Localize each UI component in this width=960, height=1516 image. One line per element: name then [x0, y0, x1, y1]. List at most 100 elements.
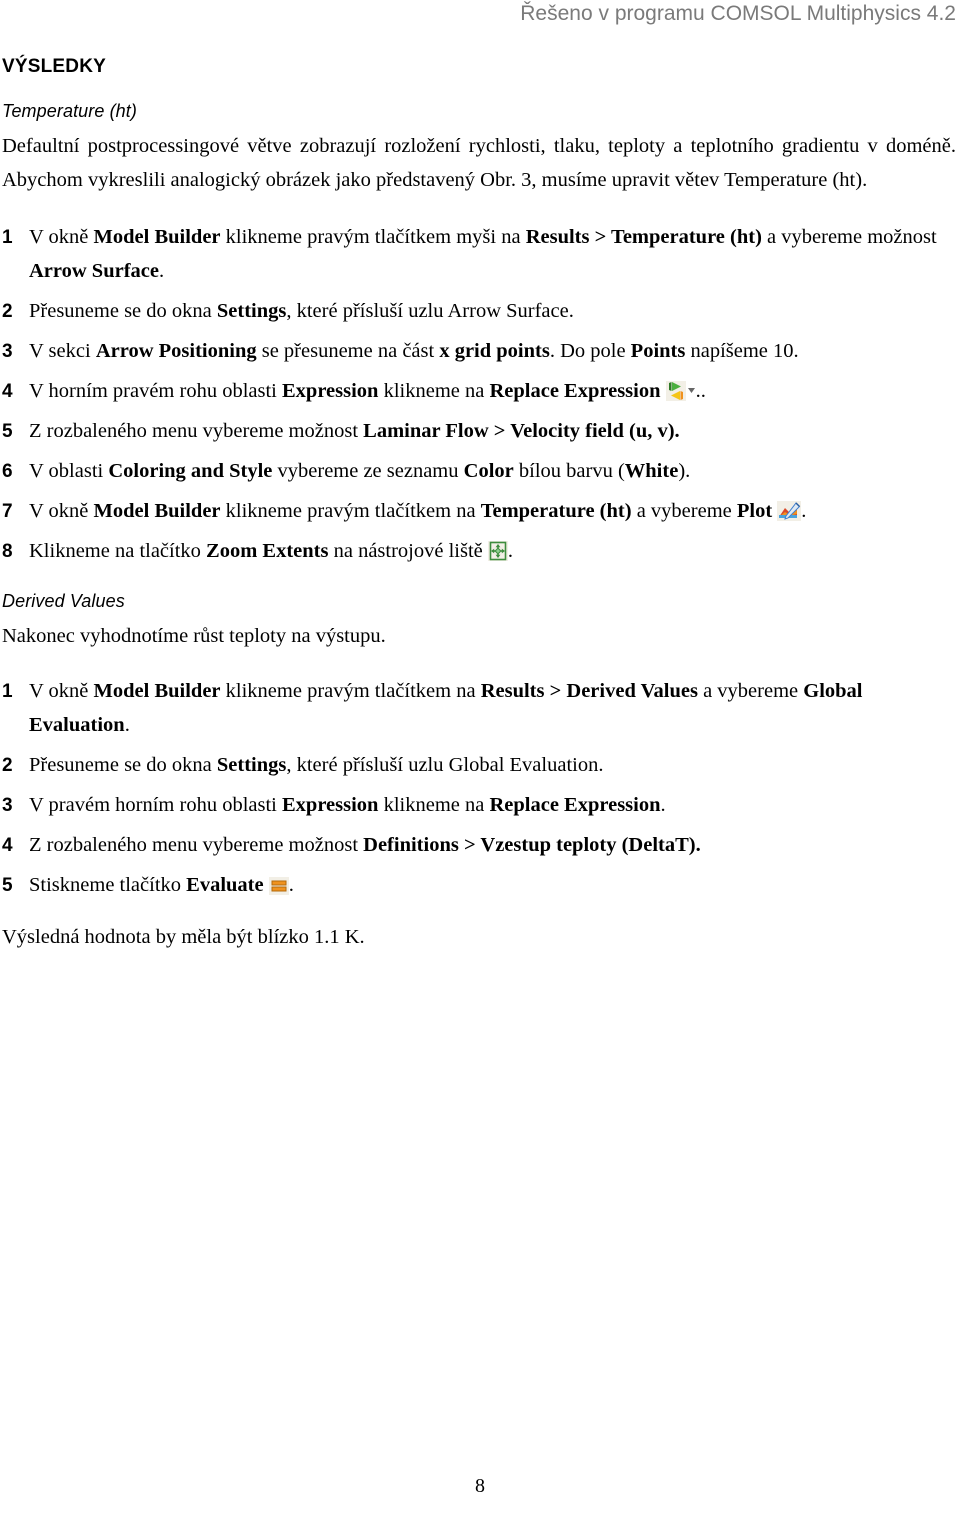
emphasis-text: Results > Temperature (ht): [525, 226, 762, 248]
plain-text: , které přísluší uzlu Arrow Surface.: [286, 299, 574, 322]
document-content: VÝSLEDKY Temperature (ht) Defaultní post…: [2, 56, 956, 964]
plain-text: V okně: [29, 499, 94, 522]
list-item-number: 1: [2, 681, 13, 702]
page-title: VÝSLEDKY: [2, 56, 107, 77]
list-item: 8 Klikneme na tlačítko Zoom Extents na ná…: [2, 535, 956, 569]
list-item-text: Stiskneme tlačítko Evaluate: [29, 874, 269, 896]
emphasis-text: Settings: [216, 753, 287, 776]
emphasis-text: Expression: [282, 379, 379, 402]
emphasis-text: Model Builder: [93, 499, 221, 522]
list-item-text: V oblasti Coloring and Style vybereme ze…: [29, 460, 690, 482]
plain-text: V okně: [29, 680, 94, 702]
plain-text: V horním pravém rohu oblasti: [29, 379, 282, 402]
plot-icon: [777, 500, 802, 521]
list-item: 1 V okně Model Builder klikneme pravým tl…: [2, 221, 956, 288]
emphasis-text: Model Builder: [93, 680, 221, 702]
plain-text: na nástrojové liště: [328, 539, 488, 562]
plain-text: Stiskneme tlačítko: [29, 873, 187, 896]
plain-text: , které přísluší uzlu Global Evaluation.: [286, 753, 604, 776]
plain-text: vybereme ze seznamu: [272, 459, 464, 482]
emphasis-text: Points: [630, 339, 686, 362]
plain-text: klikneme pravým tlačítkem na: [220, 499, 481, 522]
list-item-text: Přesuneme se do okna Settings, které pří…: [29, 300, 574, 322]
plain-text: V sekci: [29, 339, 96, 362]
list-item-text: V okně Model Builder klikneme pravým tla…: [29, 680, 863, 736]
plain-text: a vybereme možnost: [761, 226, 937, 248]
list-item-number: 5: [2, 420, 13, 442]
list-item: 5 Z rozbaleného menu vybereme možnost Lam…: [2, 415, 956, 449]
emphasis-text: Zoom Extents: [206, 539, 329, 562]
trailing-punctuation: ..: [695, 379, 706, 402]
plain-text: Z rozbaleného menu vybereme možnost: [29, 419, 364, 442]
list-item-number: 5: [2, 874, 13, 896]
plain-text: bílou barvu (: [513, 459, 625, 482]
emphasis-text: Expression: [282, 793, 379, 816]
subsection-title-temperature: Temperature (ht): [2, 101, 137, 121]
list-item-number: 2: [2, 754, 13, 776]
emphasis-text: Settings: [216, 299, 287, 322]
plain-text: ).: [678, 459, 691, 482]
plain-text: Přesuneme se do okna: [29, 753, 217, 776]
plain-text: .: [124, 713, 130, 736]
list-item-number: 6: [2, 460, 13, 482]
list-item-number: 4: [2, 834, 13, 856]
emphasis-text: White: [624, 459, 679, 482]
plain-text: klikneme pravým tlačítkem myši na: [220, 226, 526, 248]
emphasis-text: Arrow Surface: [29, 259, 159, 282]
list-item-text: V sekci Arrow Positioning se přesuneme n…: [29, 340, 799, 362]
intro-paragraph-derived-values: Nakonec vyhodnotíme růst teploty na výst…: [2, 624, 386, 647]
list-item-number: 3: [2, 794, 13, 816]
trailing-punctuation: .: [507, 539, 514, 562]
list-item-text: V okně Model Builder klikneme pravým tla…: [29, 226, 937, 282]
plain-text: .: [159, 259, 165, 282]
intro-paragraph-temperature: Defaultní postprocessingové větve zobraz…: [2, 135, 956, 191]
plain-text: napíšeme 10.: [685, 339, 799, 362]
plain-text: a vybereme: [697, 680, 804, 702]
replace-expression-icon: [665, 380, 696, 401]
list-item-number: 1: [2, 227, 13, 248]
emphasis-text: Plot: [736, 499, 773, 522]
emphasis-text: Evaluate: [186, 873, 264, 896]
list-item-number: 7: [2, 500, 13, 522]
trailing-punctuation: .: [801, 499, 807, 522]
plain-text: . Do pole: [549, 339, 631, 362]
emphasis-text: Arrow Positioning: [95, 339, 257, 362]
list-item: 2 Přesuneme se do okna Settings, které př…: [2, 749, 956, 783]
emphasis-text: Results > Derived Values: [480, 680, 698, 702]
list-item-number: 4: [2, 380, 13, 402]
list-item: 2 Přesuneme se do okna Settings, které př…: [2, 295, 956, 329]
list-item-number: 2: [2, 300, 13, 322]
page-number: 8: [475, 1475, 485, 1497]
plain-text: klikneme pravým tlačítkem na: [220, 680, 481, 702]
list-item: 4 Z rozbaleného menu vybereme možnost Def…: [2, 829, 956, 863]
emphasis-text: Definitions > Vzestup teploty (DeltaT).: [363, 833, 701, 856]
plain-text: se přesuneme na část: [256, 339, 440, 362]
plain-text: Z rozbaleného menu vybereme možnost: [29, 833, 364, 856]
emphasis-text: Replace Expression: [489, 793, 661, 816]
emphasis-text: Temperature (ht): [480, 499, 632, 522]
list-item-number: 8: [2, 540, 13, 562]
list-item: 4 V horním pravém rohu oblasti Expression…: [2, 375, 956, 409]
plain-text: V pravém horním rohu oblasti: [29, 793, 282, 816]
plain-text: a vybereme: [631, 499, 737, 522]
list-item-text: Přesuneme se do okna Settings, které pří…: [29, 754, 603, 776]
list-item-number: 3: [2, 340, 13, 362]
zoom-extents-icon: [487, 540, 508, 561]
document-page: Řešeno v programu COMSOL Multiphysics 4.…: [0, 0, 960, 1516]
list-item-text: V okně Model Builder klikneme pravým tla…: [29, 500, 777, 522]
plain-text: klikneme na: [378, 793, 490, 816]
subsection-title-derived-values: Derived Values: [2, 590, 125, 611]
plain-text: V okně: [29, 226, 94, 248]
plain-text: .: [660, 793, 666, 816]
step-list-temperature: 1 V okně Model Builder klikneme pravým tl…: [2, 221, 956, 568]
emphasis-text: Coloring and Style: [108, 459, 273, 482]
page-header: Řešeno v programu COMSOL Multiphysics 4.…: [520, 2, 956, 25]
list-item: 6 V oblasti Coloring and Style vybereme z…: [2, 455, 956, 489]
list-item: 3 V sekci Arrow Positioning se přesuneme …: [2, 335, 956, 369]
plain-text: Klikneme na tlačítko: [29, 539, 207, 562]
list-item: 3 V pravém horním rohu oblasti Expression…: [2, 789, 956, 823]
plain-text: V oblasti: [29, 459, 109, 482]
